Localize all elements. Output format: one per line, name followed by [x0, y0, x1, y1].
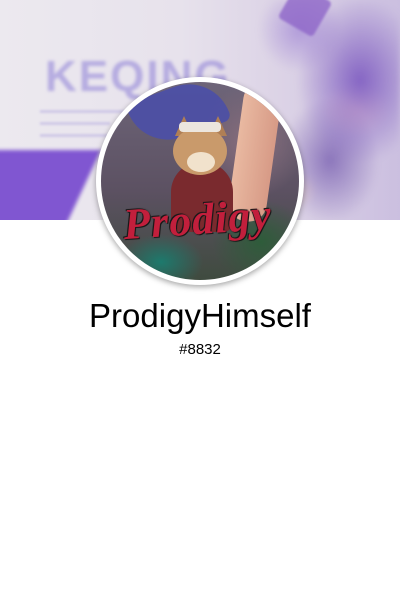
username: ProdigyHimself: [89, 297, 311, 334]
avatar[interactable]: Prodigy: [96, 77, 304, 285]
profile-card: KEQING Prodigy ProdigyHimself #8832: [0, 0, 400, 600]
avatar-overlay-text: Prodigy: [121, 189, 274, 250]
avatar-dog-muzzle: [187, 152, 215, 172]
avatar-image: Prodigy: [101, 82, 299, 280]
user-discriminator: #8832: [179, 341, 221, 358]
avatar-crown: [179, 122, 221, 132]
